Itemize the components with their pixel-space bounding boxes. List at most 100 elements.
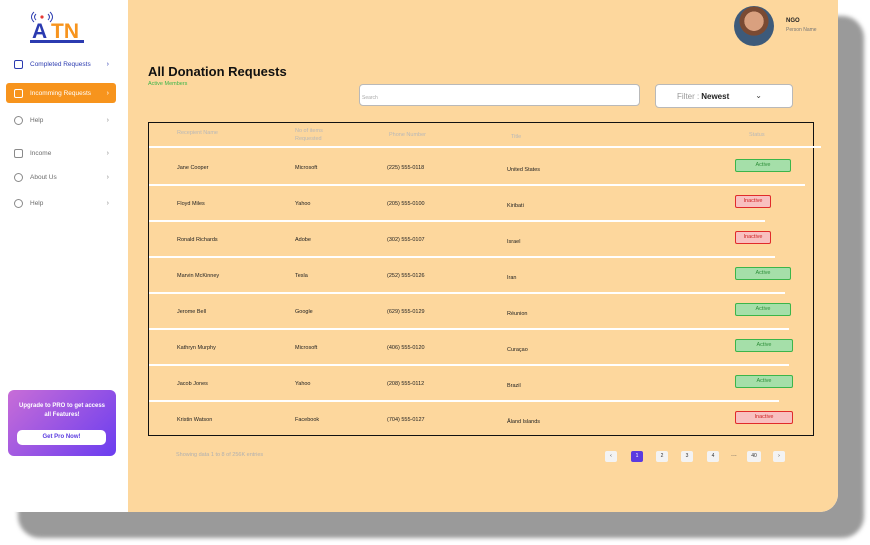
cell-phone: (252) 555-0126 [387,273,425,279]
cell-items: Adobe [295,237,311,243]
column-header-items: No of items Requested [295,128,323,142]
list-icon [14,59,23,69]
cell-items: Facebook [295,417,320,423]
table-row[interactable]: Floyd Miles Yahoo (205) 555-0100 Kiribat… [149,195,815,215]
cell-title: Israel [507,239,521,245]
table-row[interactable]: Jerome Bell Google (629) 555-0129 Réunio… [149,303,815,323]
cell-title: Réunion [507,311,528,317]
cell-name: Kristin Watson [177,417,213,423]
cell-phone: (225) 555-0118 [387,165,425,171]
search-input[interactable]: Search [359,84,640,106]
help-icon [14,115,23,125]
chevron-right-icon: › [106,199,109,207]
info-icon [14,172,23,182]
row-divider [149,292,785,294]
status-badge: Active [735,267,791,280]
requests-table: Recepient Name No of items Requested Pho… [148,122,821,436]
cell-name: Floyd Miles [177,201,205,207]
help-icon [14,198,23,208]
cell-title: United States [507,167,541,173]
app-window: A TN Completed Requests › Incomming Requ… [0,0,838,512]
cell-phone: (406) 555-0120 [387,345,425,351]
sidebar-item-about-us[interactable]: About Us › [6,167,116,187]
row-divider [149,328,789,330]
status-badge: Active [735,303,791,316]
cell-title: Iran [507,275,517,281]
cell-name: Jane Cooper [177,165,209,171]
sidebar-item-label: About Us [30,173,57,181]
pagination-page-4[interactable]: 4 [707,451,719,462]
filter-dropdown[interactable]: Filter : Newest ⌄ [655,84,793,108]
avatar[interactable] [734,6,774,46]
page-title: All Donation Requests [148,64,287,79]
chevron-right-icon: › [106,149,109,157]
pagination-prev-button[interactable]: ‹ [605,451,617,462]
get-pro-button[interactable]: Get Pro Now! [17,430,106,445]
user-name: Person Name [786,27,817,33]
user-role: NGO [786,18,800,24]
svg-text:A: A [32,20,47,43]
promo-text: Upgrade to PRO to get access all Feature… [18,403,106,418]
sidebar-item-label: Completed Requests [30,60,91,68]
sidebar-item-label: Help [30,116,44,124]
upgrade-promo: Upgrade to PRO to get access all Feature… [8,390,116,456]
atn-logo: A TN [30,11,84,43]
inbox-icon [14,88,23,98]
wallet-icon [14,148,23,158]
pagination-page-last[interactable]: 40 [747,451,761,462]
cell-title: Curaçao [507,347,528,353]
status-badge: Active [735,375,793,388]
pagination-page-1[interactable]: 1 [631,451,643,462]
cell-title: Åland Islands [507,419,541,425]
cell-items: Tesla [295,273,308,279]
svg-text:TN: TN [51,20,79,43]
row-divider [149,220,765,222]
cell-title: Kiribati [507,203,524,209]
main-content: NGO Person Name All Donation Requests Ac… [128,0,838,512]
cell-phone: (205) 555-0100 [387,201,425,207]
table-footer-info: Showing data 1 to 8 of 256K entries [176,452,264,458]
sidebar-item-incoming-requests[interactable]: Incomming Requests › [6,83,116,103]
cell-items: Yahoo [295,381,311,387]
pagination-next-button[interactable]: › [773,451,785,462]
cell-items: Microsoft [295,165,318,171]
table-row[interactable]: Ronald Richards Adobe (302) 555-0107 Isr… [149,231,815,251]
sidebar-item-income[interactable]: Income › [6,143,116,163]
cell-phone: (208) 555-0112 [387,381,425,387]
cell-name: Ronald Richards [177,237,218,243]
sidebar-item-label: Help [30,199,44,207]
column-header-status: Status [749,132,765,138]
table-row[interactable]: Kathryn Murphy Microsoft (406) 555-0120 … [149,339,815,359]
row-divider [149,400,779,402]
sidebar-item-help-2[interactable]: Help › [6,193,116,213]
cell-phone: (704) 555-0127 [387,417,425,423]
column-header-name: Recepient Name [177,130,218,136]
column-header-title: Title [511,134,522,140]
pagination-ellipsis: ... [731,451,737,458]
chevron-right-icon: › [106,116,109,124]
sidebar-item-label: Income [30,149,52,157]
search-placeholder: Search [362,95,378,101]
cell-phone: (302) 555-0107 [387,237,425,243]
chevron-right-icon: › [106,173,109,181]
table-row[interactable]: Marvin McKinney Tesla (252) 555-0126 Ira… [149,267,815,287]
row-divider [149,364,789,366]
cell-phone: (629) 555-0129 [387,309,425,315]
filter-value: Newest [701,91,730,101]
row-divider [149,184,805,186]
pagination-page-3[interactable]: 3 [681,451,693,462]
cell-title: Brazil [507,383,521,389]
filter-label: Filter : [677,91,700,101]
sidebar-item-help[interactable]: Help › [6,110,116,130]
table-row[interactable]: Kristin Watson Facebook (704) 555-0127 Å… [149,411,815,431]
cell-name: Kathryn Murphy [177,345,216,351]
status-badge: Active [735,159,791,172]
chevron-right-icon: › [106,60,109,68]
table-row[interactable]: Jacob Jones Yahoo (208) 555-0112 Brazil … [149,375,815,395]
sidebar-item-completed-requests[interactable]: Completed Requests › [6,54,116,74]
row-divider [149,256,775,258]
table-row[interactable]: Jane Cooper Microsoft (225) 555-0118 Uni… [149,159,815,179]
cell-items: Microsoft [295,345,318,351]
pagination-page-2[interactable]: 2 [656,451,668,462]
row-divider [149,146,821,148]
